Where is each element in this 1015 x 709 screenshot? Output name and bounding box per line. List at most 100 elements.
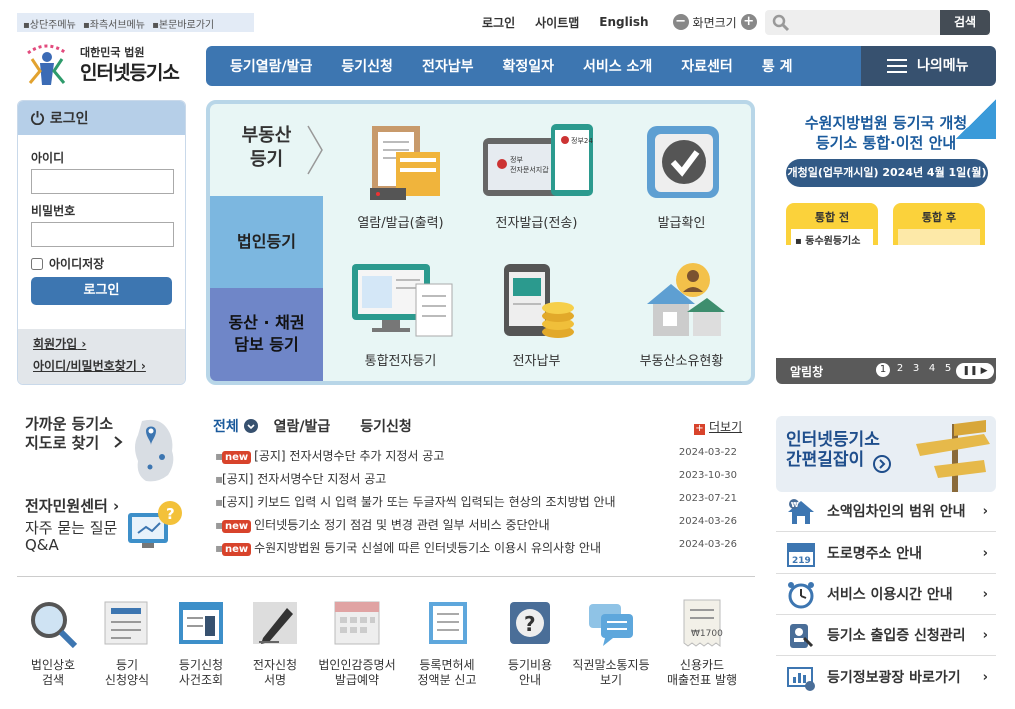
chevron-right-icon: › <box>982 546 988 561</box>
quick-cancellation-notice[interactable]: 직권말소통지등 보기 <box>568 598 654 688</box>
easy-guide-text: 인터넷등기소 간편길잡이 <box>786 430 880 470</box>
password-label: 비밀번호 <box>31 204 76 218</box>
page-dot[interactable]: 5 <box>940 363 956 377</box>
quick-application-forms[interactable]: 등기 신청양식 <box>87 598 167 688</box>
notice-row[interactable]: ▪[공지] 키보드 입력 시 입력 불가 또는 두글자씩 입력되는 현상의 조치… <box>215 493 745 511</box>
sitemap-link[interactable]: 사이트맵 <box>535 14 579 31</box>
nav-item-view-issue[interactable]: 등기열람/발급 <box>230 56 312 76</box>
notice-date: 2024-03-26 <box>678 516 737 527</box>
search-button[interactable]: 검색 <box>940 10 990 35</box>
quick-card-receipt[interactable]: ₩1700 신용카드 매출전표 발행 <box>658 598 746 688</box>
nearby-registry-link[interactable]: 가까운 등기소 지도로 찾기 <box>25 415 113 453</box>
login-button[interactable]: 로그인 <box>31 277 172 305</box>
chevron-right-icon <box>307 125 323 175</box>
my-menu-button[interactable]: 나의메뉴 <box>861 46 996 86</box>
notice-row[interactable]: ▪ new [공지] 전자서명수단 추가 지정서 공고 2024-03-22 <box>215 447 745 465</box>
faq-link[interactable]: 자주 묻는 질문 Q&A <box>25 520 117 554</box>
nav-item-fixed-date[interactable]: 확정일자 <box>502 56 554 76</box>
panel-item-label: 전자납부 <box>512 354 561 369</box>
notice-title: 인터넷등기소 정기 점검 및 변경 관련 일부 서비스 중단안내 <box>254 518 550 532</box>
easy-guide-banner[interactable]: 인터넷등기소 간편길잡이 <box>776 416 996 492</box>
id-input[interactable] <box>31 169 174 194</box>
panel-item-view-issue[interactable]: 열람/발급(출력) <box>338 122 463 231</box>
zoom-in-icon[interactable]: + <box>740 14 757 30</box>
court-logo-icon[interactable] <box>18 37 76 89</box>
more-link[interactable]: + 더보기 <box>694 418 742 435</box>
right-link-label: 소액임차인의 범위 안내 <box>827 504 966 520</box>
notice-date: 2024-03-22 <box>678 447 737 458</box>
quick-label: 등기 신청양식 <box>104 658 150 687</box>
panel-item-e-payment[interactable]: 전자납부 <box>474 260 599 369</box>
question-document-icon: ? <box>510 602 550 644</box>
play-icon[interactable]: ▶ <box>981 366 988 376</box>
panel-item-e-issue[interactable]: 정부 전자문서지갑 정부24 전자발급(전송) <box>474 122 599 231</box>
panel-item-label: 부동산소유현황 <box>639 354 724 369</box>
notice-title: 수원지방법원 등기국 신설에 따른 인터넷등기소 이용시 유의사항 안내 <box>254 541 602 555</box>
skip-link-left-menu[interactable]: ▪좌측서브메뉴 <box>83 20 145 31</box>
right-link-label: 도로명주소 안내 <box>827 546 923 562</box>
nav-item-apply[interactable]: 등기신청 <box>341 56 393 76</box>
notice-banner[interactable]: 수원지방법원 등기국 개청 등기소 통합·이전 안내 개청일(업무개시일) 20… <box>776 99 996 245</box>
nav-item-resources[interactable]: 자료센터 <box>681 56 733 76</box>
page-dot[interactable]: 1 <box>876 363 890 377</box>
tab-movable-asset[interactable]: 동산 · 채권 담보 등기 <box>210 288 323 381</box>
panel-item-integrated-e-registry[interactable]: 통합전자등기 <box>338 260 463 369</box>
right-link-small-tenant[interactable]: ₩ 소액임차인의 범위 안내 › <box>776 492 996 532</box>
login-box: 로그인 아이디 비밀번호 아이디저장 로그인 회원가입 › 아이디/비밀번호찾기… <box>17 100 186 385</box>
quick-label: 법인인감증명서 발급예약 <box>318 658 396 687</box>
tab-apply[interactable]: 등기신청 <box>360 416 412 436</box>
chevron-down-icon <box>243 419 258 433</box>
top-login-link[interactable]: 로그인 <box>482 14 515 31</box>
notice-row[interactable]: ▪[공지] 전자서명수단 지정서 공고 2023-10-30 <box>215 470 745 488</box>
page-dot[interactable]: 4 <box>924 363 940 377</box>
notice-row[interactable]: ▪ new 인터넷등기소 정기 점검 및 변경 관련 일부 서비스 중단안내 2024… <box>215 516 745 534</box>
quick-seal-reservation[interactable]: 법인인감증명서 발급예약 <box>314 598 400 688</box>
save-id-checkbox[interactable] <box>31 257 43 270</box>
chevron-right-icon: › <box>982 587 988 602</box>
right-link-access-pass[interactable]: 등기소 출입증 신청관리 › <box>776 616 996 656</box>
quick-e-signature[interactable]: 전자신청 서명 <box>235 598 315 688</box>
quick-corp-name-search[interactable]: 법인상호 검색 <box>13 598 93 688</box>
skip-link-top-menu[interactable]: ▪상단주메뉴 <box>23 20 76 31</box>
page-dot[interactable]: 3 <box>908 363 924 377</box>
zoom-out-icon[interactable]: − <box>672 14 689 30</box>
right-link-data-plaza[interactable]: 등기정보광장 바로가기 › <box>776 658 996 698</box>
signup-link[interactable]: 회원가입 › <box>33 335 185 352</box>
banner-before-label: 통합 전 <box>814 211 850 224</box>
pause-icon[interactable]: ❚❚ <box>962 366 977 376</box>
english-link[interactable]: English <box>599 15 648 29</box>
tab-view-issue[interactable]: 열람/발급 <box>274 416 331 436</box>
svg-text:정부: 정부 <box>510 155 523 164</box>
login-footer: 회원가입 › 아이디/비밀번호찾기 › <box>18 329 185 384</box>
e-civil-center-link[interactable]: 전자민원센터 › <box>25 495 119 516</box>
skip-link-content[interactable]: ▪본문바로가기 <box>152 20 214 31</box>
tab-all[interactable]: 전체 <box>213 416 258 436</box>
quick-cost-guide[interactable]: ? 등기비용 안내 <box>490 598 570 688</box>
nav-item-service[interactable]: 서비스 소개 <box>583 56 652 76</box>
tab-corporate[interactable]: 법인등기 <box>210 196 323 288</box>
panel-item-ownership[interactable]: 부동산소유현황 <box>619 260 744 369</box>
bullet-icon: ▪ <box>215 449 224 463</box>
quick-license-tax[interactable]: 등록면허세 정액분 신고 <box>407 598 487 688</box>
circle-arrow-icon <box>873 455 891 473</box>
menu-icon <box>887 59 907 73</box>
notice-row[interactable]: ▪ new 수원지방법원 등기국 신설에 따른 인터넷등기소 이용시 유의사항 안내… <box>215 539 745 557</box>
panel-item-verify[interactable]: 발급확인 <box>619 122 744 231</box>
page-dot[interactable]: 2 <box>892 363 908 377</box>
password-input[interactable] <box>31 222 174 247</box>
right-link-road-address[interactable]: 219 도로명주소 안내 › <box>776 534 996 574</box>
notice-title: [공지] 전자서명수단 추가 지정서 공고 <box>254 449 445 463</box>
logo-title[interactable]: 인터넷등기소 <box>80 58 180 85</box>
new-badge: new <box>222 520 252 533</box>
svg-text:₩1700: ₩1700 <box>691 629 723 639</box>
nav-item-payment[interactable]: 전자납부 <box>422 56 474 76</box>
road-sign-icon: 219 <box>787 543 815 567</box>
house-person-icon <box>646 263 725 336</box>
won-house-icon: ₩ <box>788 499 814 524</box>
find-account-link[interactable]: 아이디/비밀번호찾기 › <box>33 357 185 374</box>
quick-case-lookup[interactable]: 등기신청 사건조회 <box>161 598 241 688</box>
power-icon <box>30 110 45 126</box>
nav-item-stats[interactable]: 통 계 <box>762 56 793 76</box>
right-link-service-hours[interactable]: 서비스 이용시간 안내 › <box>776 575 996 615</box>
panel-item-label: 열람/발급(출력) <box>357 216 444 231</box>
